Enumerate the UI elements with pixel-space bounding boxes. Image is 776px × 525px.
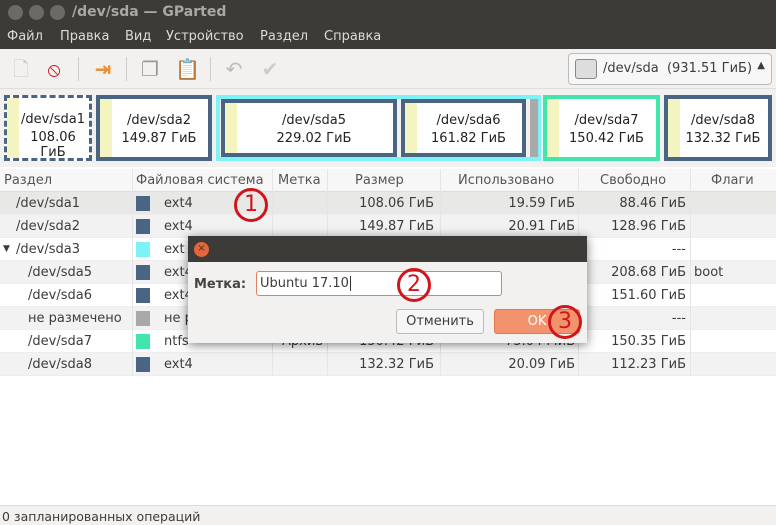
- col-free[interactable]: Свободно: [600, 173, 666, 188]
- cell-free: 88.46 ГиБ: [619, 196, 686, 211]
- cell-partition: /dev/sda3: [16, 242, 80, 257]
- drive-icon: [575, 59, 597, 79]
- cancel-button[interactable]: Отменить: [396, 309, 484, 334]
- cell-filesystem: ext4: [164, 357, 193, 372]
- cell-partition: не размечено: [28, 311, 122, 326]
- col-label[interactable]: Метка: [278, 173, 321, 188]
- status-bar: 0 запланированных операций: [0, 505, 776, 525]
- toolbar: 🗋 ⦸ ⇥ ❐ 📋 ↶ ✔ /dev/sda (931.51 ГиБ) ▲: [0, 49, 776, 89]
- map-unallocated[interactable]: [530, 99, 538, 157]
- menu-file[interactable]: Файл: [7, 29, 43, 44]
- cell-partition: /dev/sda5: [28, 265, 92, 280]
- annotation-2: 2: [397, 268, 431, 302]
- resize-move-icon[interactable]: ⇥: [91, 57, 115, 81]
- fs-color-swatch: [136, 265, 150, 280]
- annotation-1: 1: [234, 188, 268, 222]
- col-flags[interactable]: Флаги: [711, 173, 754, 188]
- device-selector[interactable]: /dev/sda (931.51 ГиБ) ▲: [568, 53, 772, 85]
- annotation-3: 3: [548, 305, 582, 339]
- menu-view[interactable]: Вид: [125, 29, 151, 44]
- label-field-label: Метка:: [194, 277, 247, 292]
- chevron-down-icon: ▲: [757, 60, 765, 71]
- cell-used: 19.59 ГиБ: [508, 196, 575, 211]
- menu-edit[interactable]: Правка: [60, 29, 109, 44]
- cell-filesystem: ntfs: [164, 334, 189, 349]
- expander-icon[interactable]: ▼: [3, 244, 10, 254]
- map-sda8[interactable]: /dev/sda8 132.32 ГиБ: [664, 95, 772, 161]
- fs-color-swatch: [136, 288, 150, 303]
- cell-free: 208.68 ГиБ: [611, 265, 686, 280]
- undo-icon[interactable]: ↶: [222, 57, 246, 81]
- fs-color-swatch: [136, 334, 150, 349]
- cell-free: 150.35 ГиБ: [611, 334, 686, 349]
- fs-color-swatch: [136, 242, 150, 257]
- fs-color-swatch: [136, 311, 150, 326]
- menu-bar: Файл Правка Вид Устройство Раздел Справк…: [0, 25, 776, 49]
- window-title: /dev/sda — GParted: [72, 4, 227, 20]
- close-window-icon[interactable]: [8, 5, 23, 20]
- map-sda7[interactable]: /dev/sda7 150.42 ГиБ: [543, 95, 660, 161]
- menu-help[interactable]: Справка: [324, 29, 381, 44]
- map-sda5[interactable]: /dev/sda5 229.02 ГиБ: [221, 99, 397, 157]
- cell-partition: /dev/sda2: [16, 219, 80, 234]
- cell-partition: /dev/sda7: [28, 334, 92, 349]
- cell-partition: /dev/sda1: [16, 196, 80, 211]
- map-sda6[interactable]: /dev/sda6 161.82 ГиБ: [401, 99, 526, 157]
- fs-color-swatch: [136, 219, 150, 234]
- cell-filesystem: ext: [164, 242, 185, 257]
- table-row[interactable]: /dev/sda8 ext4 132.32 ГиБ 20.09 ГиБ 112.23 Г…: [0, 353, 776, 376]
- partition-map: /dev/sda1 108.06 ГиБ /dev/sda2 149.87 ГиБ …: [0, 89, 776, 167]
- col-used[interactable]: Использовано: [458, 173, 554, 188]
- label-input[interactable]: Ubuntu 17.10: [256, 271, 502, 296]
- paste-icon[interactable]: 📋: [175, 57, 200, 81]
- title-bar: /dev/sda — GParted: [0, 0, 776, 25]
- cell-free: 112.23 ГиБ: [611, 357, 686, 372]
- cell-used: 20.09 ГиБ: [508, 357, 575, 372]
- cell-flags: boot: [694, 265, 724, 280]
- minimize-window-icon[interactable]: [29, 5, 44, 20]
- map-sda1[interactable]: /dev/sda1 108.06 ГиБ: [4, 95, 92, 161]
- fs-color-swatch: [136, 357, 150, 372]
- table-row[interactable]: /dev/sda1 ext4 108.06 ГиБ 19.59 ГиБ 88.46 Ги…: [0, 192, 776, 215]
- col-filesystem[interactable]: Файловая система: [136, 173, 264, 188]
- cell-partition: /dev/sda8: [28, 357, 92, 372]
- close-icon[interactable]: ×: [194, 242, 209, 257]
- dialog-title-bar: ×: [188, 236, 587, 262]
- cell-filesystem: ext4: [164, 219, 193, 234]
- apply-icon[interactable]: ✔: [258, 57, 282, 81]
- cell-size: 132.32 ГиБ: [359, 357, 434, 372]
- cell-partition: /dev/sda6: [28, 288, 92, 303]
- cell-size: 108.06 ГиБ: [359, 196, 434, 211]
- col-partition[interactable]: Раздел: [4, 173, 52, 188]
- cell-free: 151.60 ГиБ: [611, 288, 686, 303]
- new-partition-icon[interactable]: 🗋: [9, 57, 33, 81]
- col-size[interactable]: Размер: [355, 173, 404, 188]
- table-header: Раздел Файловая система Метка Размер Исп…: [0, 169, 776, 192]
- cell-free: ---: [671, 311, 686, 326]
- copy-icon[interactable]: ❐: [138, 57, 162, 81]
- table-row[interactable]: /dev/sda2 ext4 149.87 ГиБ 20.91 ГиБ 128.96 Г…: [0, 215, 776, 238]
- cell-filesystem: ext4: [164, 196, 193, 211]
- label-dialog: × Метка: Ubuntu 17.10 Отменить OK: [188, 236, 587, 343]
- cell-free: 128.96 ГиБ: [611, 219, 686, 234]
- map-sda2[interactable]: /dev/sda2 149.87 ГиБ: [96, 95, 212, 161]
- menu-device[interactable]: Устройство: [166, 29, 244, 44]
- menu-partition[interactable]: Раздел: [260, 29, 308, 44]
- delete-icon[interactable]: ⦸: [42, 57, 66, 81]
- fs-color-swatch: [136, 196, 150, 211]
- maximize-window-icon[interactable]: [50, 5, 65, 20]
- cell-used: 20.91 ГиБ: [508, 219, 575, 234]
- cell-free: ---: [671, 242, 686, 257]
- cell-size: 149.87 ГиБ: [359, 219, 434, 234]
